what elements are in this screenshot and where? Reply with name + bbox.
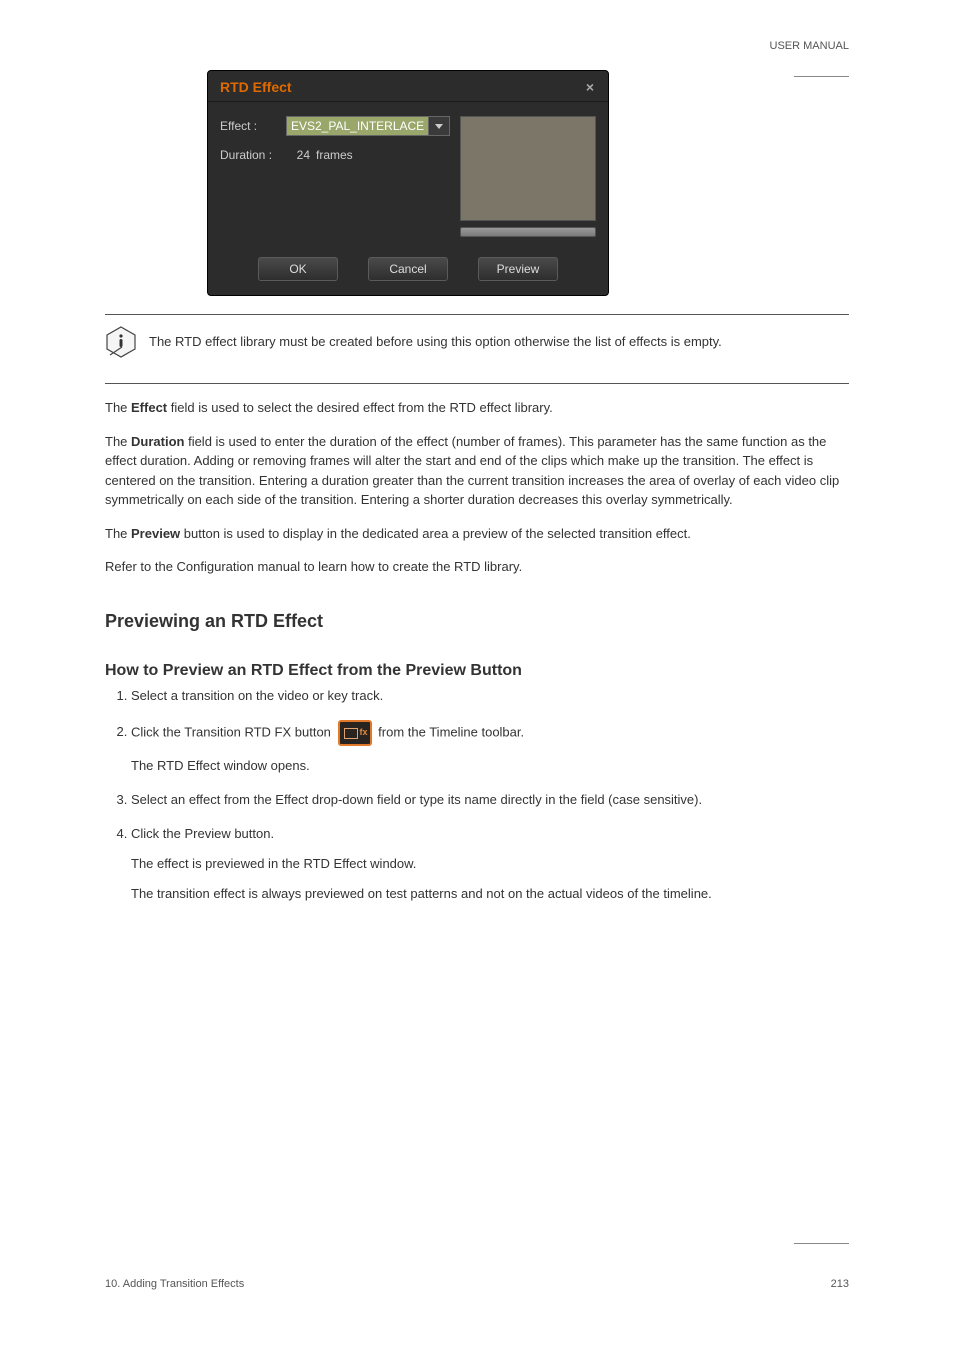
page-header: USER MANUAL (770, 40, 849, 52)
effect-select-value: EVS2_PAL_INTERLACE (286, 116, 428, 136)
preview-column (460, 116, 596, 237)
text: field is used to select the desired effe… (167, 400, 553, 415)
note-top-rule (105, 314, 849, 315)
close-icon[interactable]: × (582, 79, 598, 95)
text-bold: Preview (131, 526, 180, 541)
text-bold: Effect (275, 792, 308, 807)
preview-area (460, 116, 596, 221)
text: The (105, 526, 131, 541)
text: field is used to enter the duration of t… (105, 434, 839, 508)
note-text: The RTD effect library must be created b… (149, 333, 722, 351)
text-bold: Preview (184, 826, 230, 841)
text: Select a transition on the video or key … (131, 688, 383, 703)
form-column: Effect : EVS2_PAL_INTERLACE Duration : 2… (220, 116, 460, 237)
preview-button[interactable]: Preview (478, 257, 558, 281)
duration-unit: frames (316, 148, 353, 162)
text: Click the (131, 724, 184, 739)
duration-label: Duration : (220, 148, 286, 162)
text-bold: Effect (131, 400, 167, 415)
step-4-sub2: The transition effect is always previewe… (131, 884, 849, 904)
text: button. (231, 826, 274, 841)
step-1: Select a transition on the video or key … (131, 686, 849, 706)
heading-howto: How to Preview an RTD Effect from the Pr… (105, 662, 849, 680)
page-footer: 10. Adding Transition Effects 213 (105, 1278, 849, 1290)
paragraph-refer: Refer to the Configuration manual to lea… (105, 557, 849, 577)
transition-rtd-fx-icon: fx (338, 720, 372, 746)
footer-rule (794, 1243, 849, 1244)
preview-slider[interactable] (460, 227, 596, 237)
note-icon (105, 325, 137, 359)
dialog-body: Effect : EVS2_PAL_INTERLACE Duration : 2… (208, 102, 608, 247)
paragraph-preview: The Preview button is used to display in… (105, 524, 849, 544)
step-3: Select an effect from the Effect drop-do… (131, 790, 849, 810)
effect-label: Effect : (220, 119, 286, 133)
note-bottom-rule (105, 383, 849, 384)
rtd-dialog-screenshot: RTD Effect × Effect : EVS2_PAL_INTERLACE (207, 70, 607, 296)
text: Click the (131, 826, 184, 841)
paragraph-duration: The Duration field is used to enter the … (105, 432, 849, 510)
footer-right: 213 (831, 1278, 849, 1290)
cancel-button[interactable]: Cancel (368, 257, 448, 281)
step-2: Click the Transition RTD FX button fx fr… (131, 720, 849, 776)
text-bold: Duration (131, 434, 184, 449)
rtd-effect-dialog: RTD Effect × Effect : EVS2_PAL_INTERLACE (207, 70, 609, 296)
header-rule (794, 76, 849, 77)
text: from the Timeline toolbar. (378, 724, 524, 739)
chevron-down-icon[interactable] (428, 116, 450, 136)
dialog-titlebar: RTD Effect × (208, 71, 608, 102)
dialog-buttons: OK Cancel Preview (208, 247, 608, 295)
duration-row: Duration : 24 frames (220, 148, 450, 162)
ok-button[interactable]: OK (258, 257, 338, 281)
text-bold: Transition RTD FX (184, 724, 291, 739)
text: The (105, 434, 131, 449)
steps-list: Select a transition on the video or key … (105, 686, 849, 905)
text: Select an effect from the (131, 792, 275, 807)
text: button is used to display in the dedicat… (180, 526, 691, 541)
note-callout: The RTD effect library must be created b… (105, 325, 849, 365)
step-4: Click the Preview button. The effect is … (131, 824, 849, 904)
text: button (291, 724, 334, 739)
duration-value[interactable]: 24 (286, 148, 310, 162)
text: drop-down field or type its name directl… (308, 792, 702, 807)
dialog-title: RTD Effect (220, 79, 582, 95)
step-2-sub: The RTD Effect window opens. (131, 756, 849, 776)
footer-left: 10. Adding Transition Effects (105, 1278, 244, 1290)
text: The (105, 400, 131, 415)
heading-previewing: Previewing an RTD Effect (105, 611, 849, 632)
paragraph-effect: The Effect field is used to select the d… (105, 398, 849, 418)
effect-select[interactable]: EVS2_PAL_INTERLACE (286, 116, 450, 136)
step-4-sub1: The effect is previewed in the RTD Effec… (131, 854, 849, 874)
effect-row: Effect : EVS2_PAL_INTERLACE (220, 116, 450, 136)
